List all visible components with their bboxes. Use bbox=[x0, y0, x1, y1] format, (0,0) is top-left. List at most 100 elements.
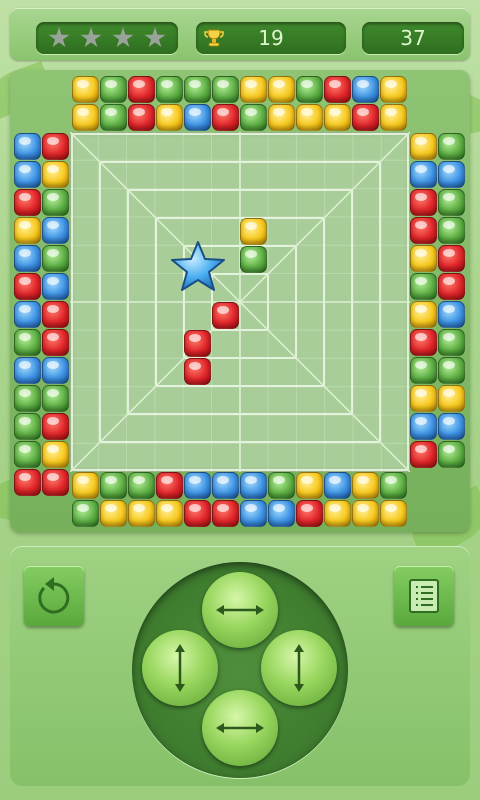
green-gem bbox=[42, 245, 69, 272]
score-display: 19 bbox=[196, 22, 346, 54]
green-gem bbox=[100, 104, 127, 131]
green-gem bbox=[296, 76, 323, 103]
green-gem bbox=[410, 273, 437, 300]
yellow-gem bbox=[72, 76, 99, 103]
star-piece[interactable] bbox=[170, 240, 226, 292]
yellow-gem bbox=[240, 76, 267, 103]
blue-gem bbox=[14, 301, 41, 328]
blue-gem bbox=[438, 413, 465, 440]
yellow-gem bbox=[296, 104, 323, 131]
game-board[interactable] bbox=[70, 132, 410, 472]
blue-gem bbox=[268, 500, 295, 527]
yellow-gem bbox=[324, 104, 351, 131]
trophy-icon bbox=[204, 29, 224, 47]
yellow-gem bbox=[100, 500, 127, 527]
hud-bar: 19 37 bbox=[10, 8, 470, 60]
blue-gem bbox=[324, 472, 351, 499]
yellow-gem bbox=[380, 76, 407, 103]
red-gem bbox=[410, 217, 437, 244]
red-gem bbox=[212, 104, 239, 131]
blue-gem bbox=[240, 500, 267, 527]
undo-icon bbox=[38, 577, 70, 614]
green-gem bbox=[42, 385, 69, 412]
red-gem bbox=[42, 301, 69, 328]
yellow-gem bbox=[72, 104, 99, 131]
green-gem bbox=[240, 246, 267, 273]
red-gem bbox=[128, 76, 155, 103]
green-gem bbox=[438, 133, 465, 160]
red-gem bbox=[438, 245, 465, 272]
green-gem bbox=[128, 472, 155, 499]
green-gem bbox=[14, 413, 41, 440]
red-gem bbox=[128, 104, 155, 131]
red-gem bbox=[410, 329, 437, 356]
yellow-gem bbox=[156, 104, 183, 131]
yellow-gem bbox=[268, 76, 295, 103]
red-gem bbox=[212, 302, 239, 329]
green-gem bbox=[14, 329, 41, 356]
yellow-gem bbox=[42, 161, 69, 188]
green-gem bbox=[72, 500, 99, 527]
yellow-gem bbox=[438, 385, 465, 412]
stars-rating bbox=[36, 22, 178, 54]
blue-gem bbox=[42, 357, 69, 384]
blue-gem bbox=[438, 161, 465, 188]
blue-gem bbox=[42, 217, 69, 244]
red-gem bbox=[324, 76, 351, 103]
blue-gem bbox=[14, 357, 41, 384]
yellow-gem bbox=[156, 500, 183, 527]
red-gem bbox=[184, 330, 211, 357]
blue-gem bbox=[410, 161, 437, 188]
horizontal-arrows-icon bbox=[216, 723, 264, 733]
level-menu-button[interactable] bbox=[394, 566, 454, 626]
red-gem bbox=[14, 189, 41, 216]
red-gem bbox=[42, 329, 69, 356]
moves-value: 37 bbox=[400, 26, 426, 50]
undo-button[interactable] bbox=[24, 566, 84, 626]
red-gem bbox=[14, 273, 41, 300]
moves-counter: 37 bbox=[362, 22, 464, 54]
green-gem bbox=[100, 76, 127, 103]
yellow-gem bbox=[42, 441, 69, 468]
board-grid bbox=[70, 132, 410, 472]
green-gem bbox=[268, 472, 295, 499]
green-gem bbox=[380, 472, 407, 499]
blue-gem bbox=[438, 301, 465, 328]
green-gem bbox=[42, 189, 69, 216]
green-gem bbox=[438, 217, 465, 244]
red-gem bbox=[212, 500, 239, 527]
yellow-gem bbox=[352, 472, 379, 499]
blue-gem bbox=[184, 472, 211, 499]
red-gem bbox=[42, 133, 69, 160]
star-icon bbox=[144, 27, 166, 48]
red-gem bbox=[184, 500, 211, 527]
yellow-gem bbox=[410, 133, 437, 160]
yellow-gem bbox=[352, 500, 379, 527]
green-gem bbox=[184, 76, 211, 103]
red-gem bbox=[156, 472, 183, 499]
blue-gem bbox=[212, 472, 239, 499]
green-gem bbox=[438, 329, 465, 356]
blue-gem bbox=[14, 245, 41, 272]
yellow-gem bbox=[296, 472, 323, 499]
yellow-gem bbox=[72, 472, 99, 499]
star-icon bbox=[48, 27, 70, 48]
red-gem bbox=[42, 469, 69, 496]
blue-gem bbox=[14, 161, 41, 188]
green-gem bbox=[156, 76, 183, 103]
yellow-gem bbox=[240, 218, 267, 245]
yellow-gem bbox=[324, 500, 351, 527]
yellow-gem bbox=[410, 301, 437, 328]
red-gem bbox=[438, 273, 465, 300]
red-gem bbox=[184, 358, 211, 385]
green-gem bbox=[14, 385, 41, 412]
yellow-gem bbox=[380, 500, 407, 527]
move-horizontal-bottom-button[interactable] bbox=[202, 690, 278, 766]
green-gem bbox=[438, 441, 465, 468]
green-gem bbox=[14, 441, 41, 468]
green-gem bbox=[240, 104, 267, 131]
red-gem bbox=[410, 441, 437, 468]
yellow-gem bbox=[14, 217, 41, 244]
blue-gem bbox=[240, 472, 267, 499]
red-gem bbox=[296, 500, 323, 527]
